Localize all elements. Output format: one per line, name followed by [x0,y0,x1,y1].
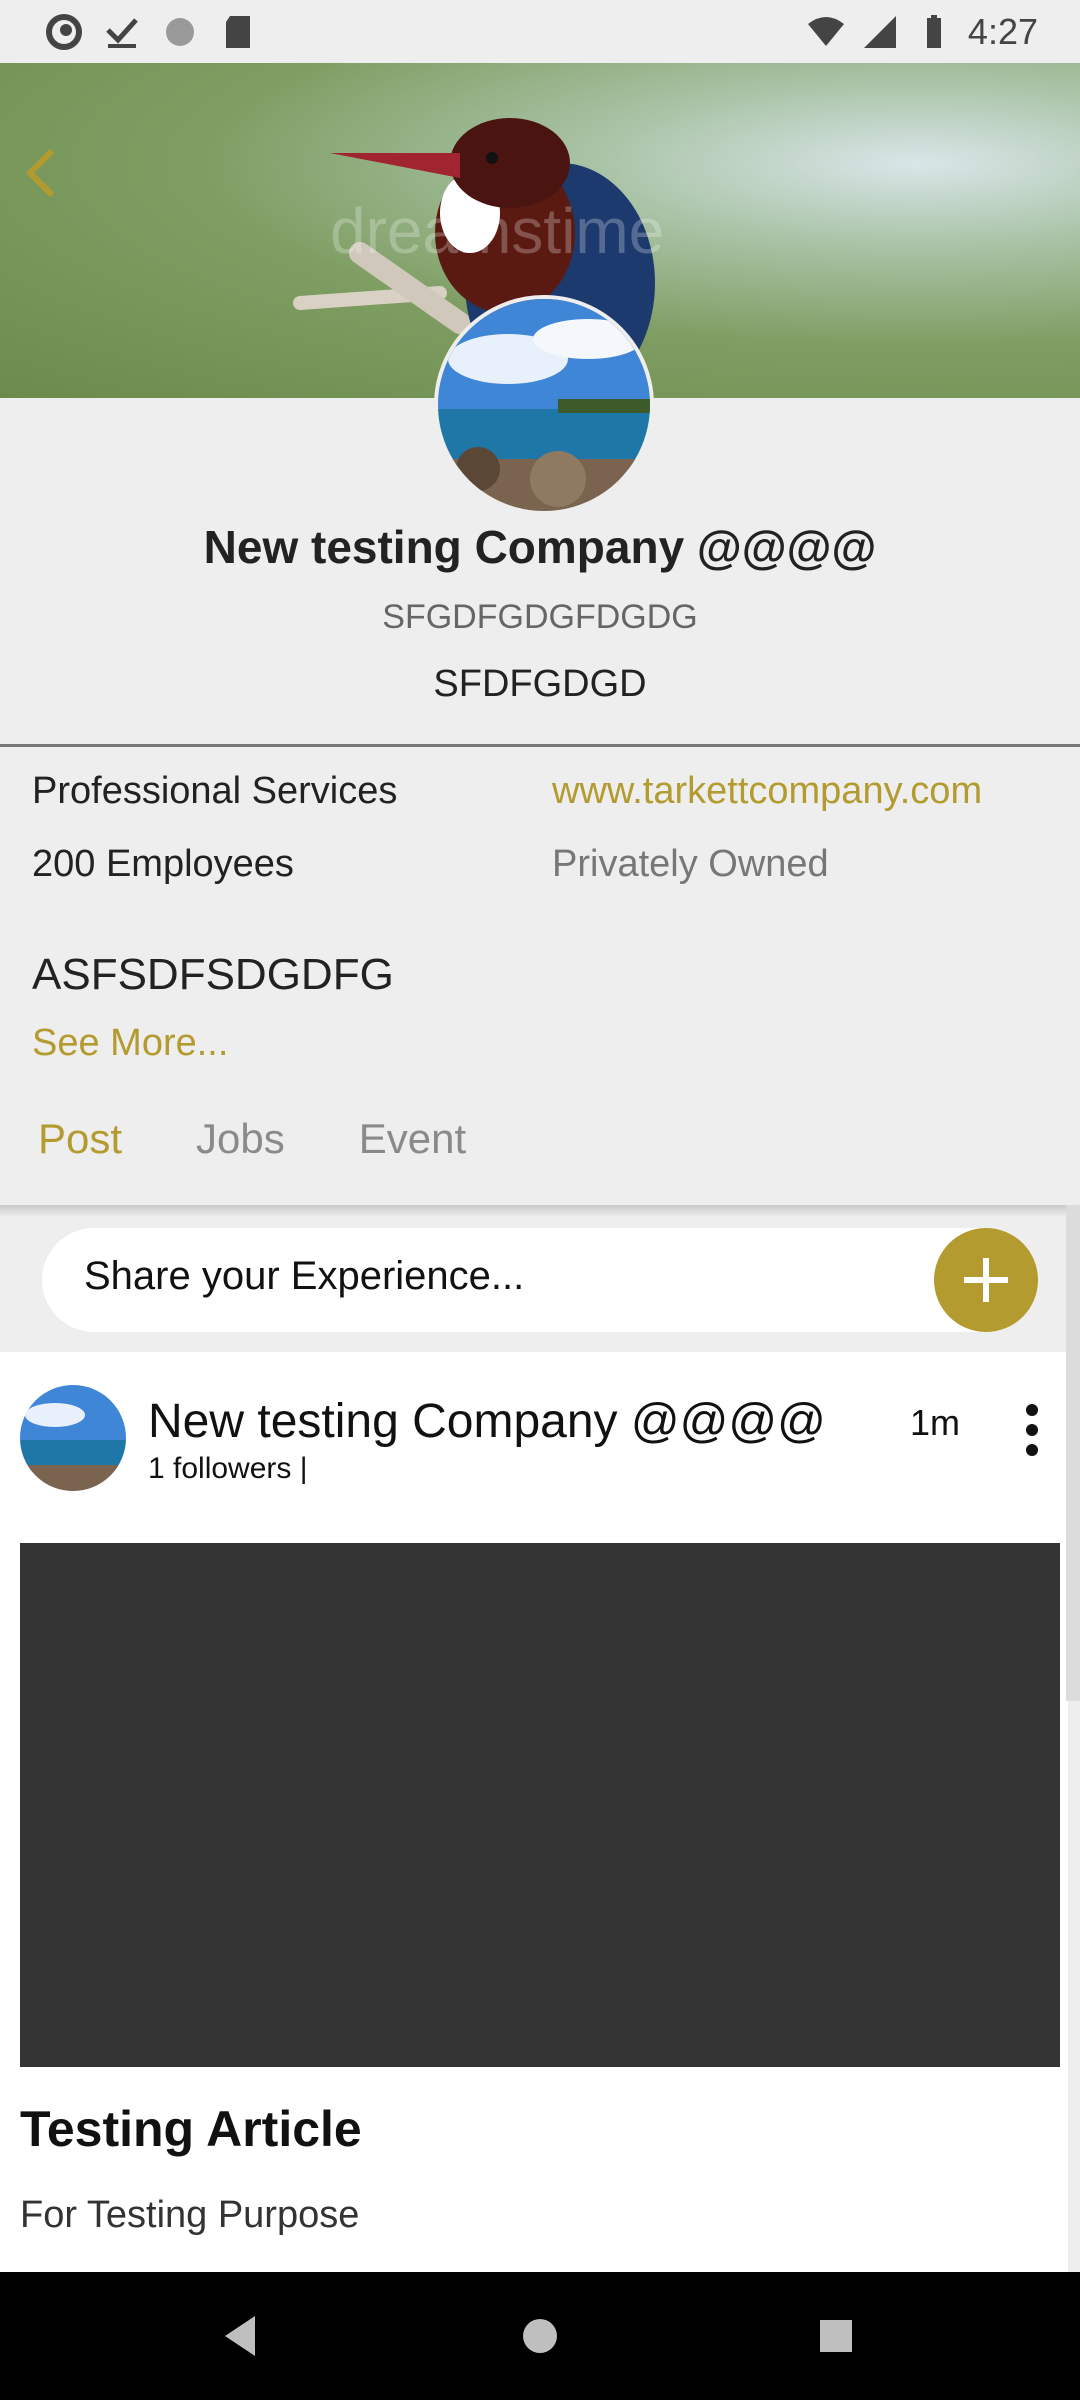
battery-icon [926,14,941,48]
post-time: 1m [910,1402,961,1443]
post-author-avatar[interactable] [20,1385,126,1491]
sd-card-icon [226,15,250,48]
industry-label: Professional Services [32,770,398,812]
employee-count: 200 Employees [32,843,294,885]
tab-jobs[interactable]: Jobs [196,1115,285,1163]
company-name: New testing Company @@@@ [203,521,877,573]
download-done-icon [106,17,138,48]
scrollbar[interactable] [1066,1205,1080,1701]
wifi-icon [807,16,844,46]
share-placeholder: Share your Experience... [84,1254,525,1298]
home-icon[interactable] [504,2300,576,2372]
recents-icon[interactable] [800,2300,872,2372]
plus-icon [964,1258,1008,1302]
more-options-icon[interactable] [1014,1400,1050,1460]
profile-tabs: Post Jobs Event [38,1115,466,1163]
watermark-text: dreamstime [330,195,664,267]
divider [0,744,1080,747]
tab-shadow [0,1205,1080,1217]
post-author-name[interactable]: New testing Company @@@@ [148,1394,826,1449]
website-link[interactable]: www.tarkettcompany.com [552,770,982,813]
post-subtitle: For Testing Purpose [20,2194,360,2236]
signal-icon [863,15,896,48]
loading-icon [166,17,194,46]
company-code: SFGDFGDGFDGDG [382,598,698,636]
post-title: Testing Article [20,2101,362,2157]
back-arrow-icon[interactable] [20,143,60,203]
add-post-button[interactable] [934,1228,1038,1332]
ownership-type: Privately Owned [552,843,829,885]
post-media[interactable] [20,1543,1060,2067]
tab-event[interactable]: Event [359,1115,466,1163]
see-more-link[interactable]: See More... [32,1022,228,1065]
sync-icon [46,13,82,50]
post-followers: 1 followers | [148,1452,308,1485]
seaside-image [438,299,650,511]
tab-post[interactable]: Post [38,1115,122,1163]
status-bar: 4:27 [0,0,1080,63]
back-icon[interactable] [205,2300,277,2372]
status-time: 4:27 [967,10,1038,52]
company-tagline: SFDFGDGD [433,663,647,705]
company-logo[interactable] [434,295,654,515]
company-description: ASFSDFSDGDFG [32,950,394,999]
seaside-image [20,1385,126,1491]
